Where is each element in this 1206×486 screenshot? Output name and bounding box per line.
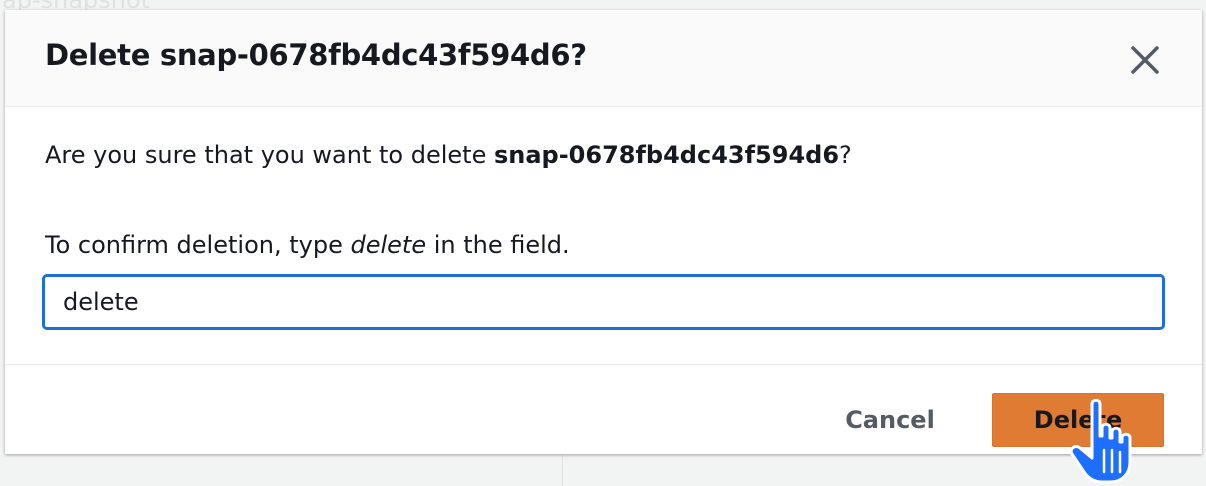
instruction-keyword: delete xyxy=(350,231,427,259)
dialog-footer: Cancel Delete xyxy=(5,364,1202,455)
snapshot-id: snap-0678fb4dc43f594d6 xyxy=(493,141,840,169)
confirm-question: Are you sure that you want to delete sna… xyxy=(45,141,852,169)
question-prefix: Are you sure that you want to delete xyxy=(45,141,494,169)
instruction-prefix: To confirm deletion, type xyxy=(45,231,351,259)
cancel-button[interactable]: Cancel xyxy=(825,393,955,447)
instruction-suffix: in the field. xyxy=(426,231,570,259)
dialog-header: Delete snap-0678fb4dc43f594d6? xyxy=(5,10,1202,107)
confirm-instruction: To confirm deletion, type delete in the … xyxy=(45,231,570,259)
background-divider xyxy=(562,455,563,486)
dialog-body: Are you sure that you want to delete sna… xyxy=(5,107,1202,363)
delete-button[interactable]: Delete xyxy=(992,393,1164,447)
delete-snapshot-dialog: Delete snap-0678fb4dc43f594d6? Are you s… xyxy=(5,10,1202,454)
question-suffix: ? xyxy=(839,141,852,169)
confirm-delete-input[interactable] xyxy=(43,275,1164,329)
dialog-title: Delete snap-0678fb4dc43f594d6? xyxy=(45,38,587,72)
close-icon xyxy=(1131,46,1159,74)
close-button[interactable] xyxy=(1127,42,1163,78)
